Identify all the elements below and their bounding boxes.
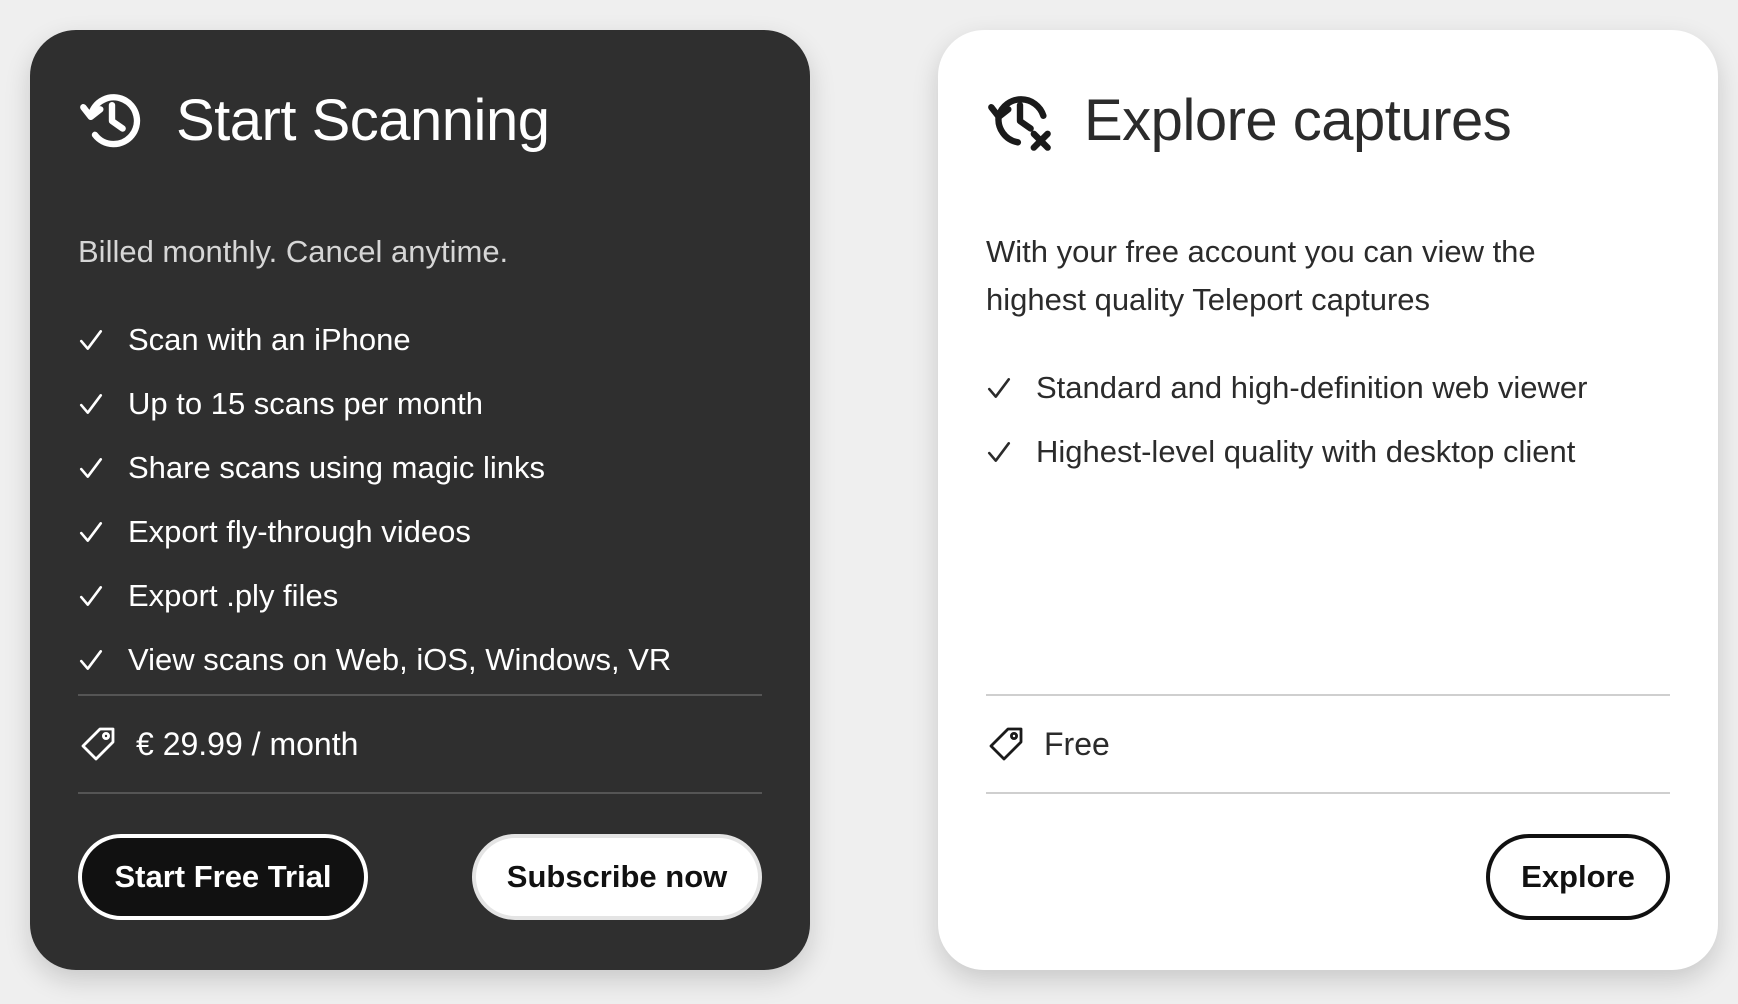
subscribe-now-button[interactable]: Subscribe now	[472, 834, 762, 920]
check-icon	[79, 586, 103, 606]
pricing-page: Start Scanning Billed monthly. Cancel an…	[0, 0, 1738, 1004]
feature-label: Highest-level quality with desktop clien…	[1036, 434, 1576, 469]
feature-item: Up to 15 scans per month	[78, 372, 671, 436]
free-plan-title: Explore captures	[1084, 87, 1512, 153]
explore-button[interactable]: Explore	[1486, 834, 1670, 920]
feature-item: Scan with an iPhone	[78, 308, 671, 372]
free-plan-header: Explore captures	[986, 80, 1512, 160]
paid-plan-features: Scan with an iPhone Up to 15 scans per m…	[78, 308, 671, 692]
paid-plan-card: Start Scanning Billed monthly. Cancel an…	[30, 30, 810, 970]
feature-label: View scans on Web, iOS, Windows, VR	[128, 642, 672, 677]
check-icon	[79, 330, 103, 350]
price-tag-icon	[989, 727, 1023, 761]
price-tag-icon	[81, 727, 115, 761]
feature-label: Up to 15 scans per month	[128, 386, 483, 421]
feature-item: Export .ply files	[78, 564, 671, 628]
paid-plan-title: Start Scanning	[176, 87, 550, 153]
feature-label: Export .ply files	[128, 578, 339, 613]
feature-label: Standard and high-definition web viewer	[1036, 370, 1588, 405]
start-free-trial-button[interactable]: Start Free Trial	[78, 834, 368, 920]
price-label: € 29.99 / month	[136, 725, 359, 762]
check-icon	[79, 394, 103, 414]
free-plan-price: Free	[988, 714, 1110, 774]
price-label: Free	[1044, 725, 1110, 762]
check-icon	[79, 522, 103, 542]
history-clock-cancel-icon	[988, 96, 1051, 151]
feature-item: View scans on Web, iOS, Windows, VR	[78, 628, 671, 692]
check-icon	[79, 458, 103, 478]
divider	[986, 792, 1670, 794]
check-icon	[987, 442, 1011, 462]
free-plan-features: Standard and high-definition web viewer …	[986, 356, 1587, 484]
divider	[78, 792, 762, 794]
paid-plan-description: Billed monthly. Cancel anytime.	[78, 234, 509, 269]
feature-item: Standard and high-definition web viewer	[986, 356, 1587, 420]
divider	[78, 694, 762, 696]
feature-label: Scan with an iPhone	[128, 322, 411, 357]
free-plan-card: Explore captures With your free account …	[938, 30, 1718, 970]
paid-plan-price: € 29.99 / month	[80, 714, 358, 774]
check-icon	[987, 378, 1011, 398]
feature-label: Export fly-through videos	[128, 514, 471, 549]
check-icon	[79, 650, 103, 670]
feature-item: Highest-level quality with desktop clien…	[986, 420, 1587, 484]
history-clock-icon	[80, 94, 141, 148]
free-plan-description: With your free account you can view the …	[986, 234, 1536, 317]
divider	[986, 694, 1670, 696]
feature-label: Share scans using magic links	[128, 450, 545, 485]
paid-plan-header: Start Scanning	[78, 80, 550, 160]
feature-item: Share scans using magic links	[78, 436, 671, 500]
feature-item: Export fly-through videos	[78, 500, 671, 564]
